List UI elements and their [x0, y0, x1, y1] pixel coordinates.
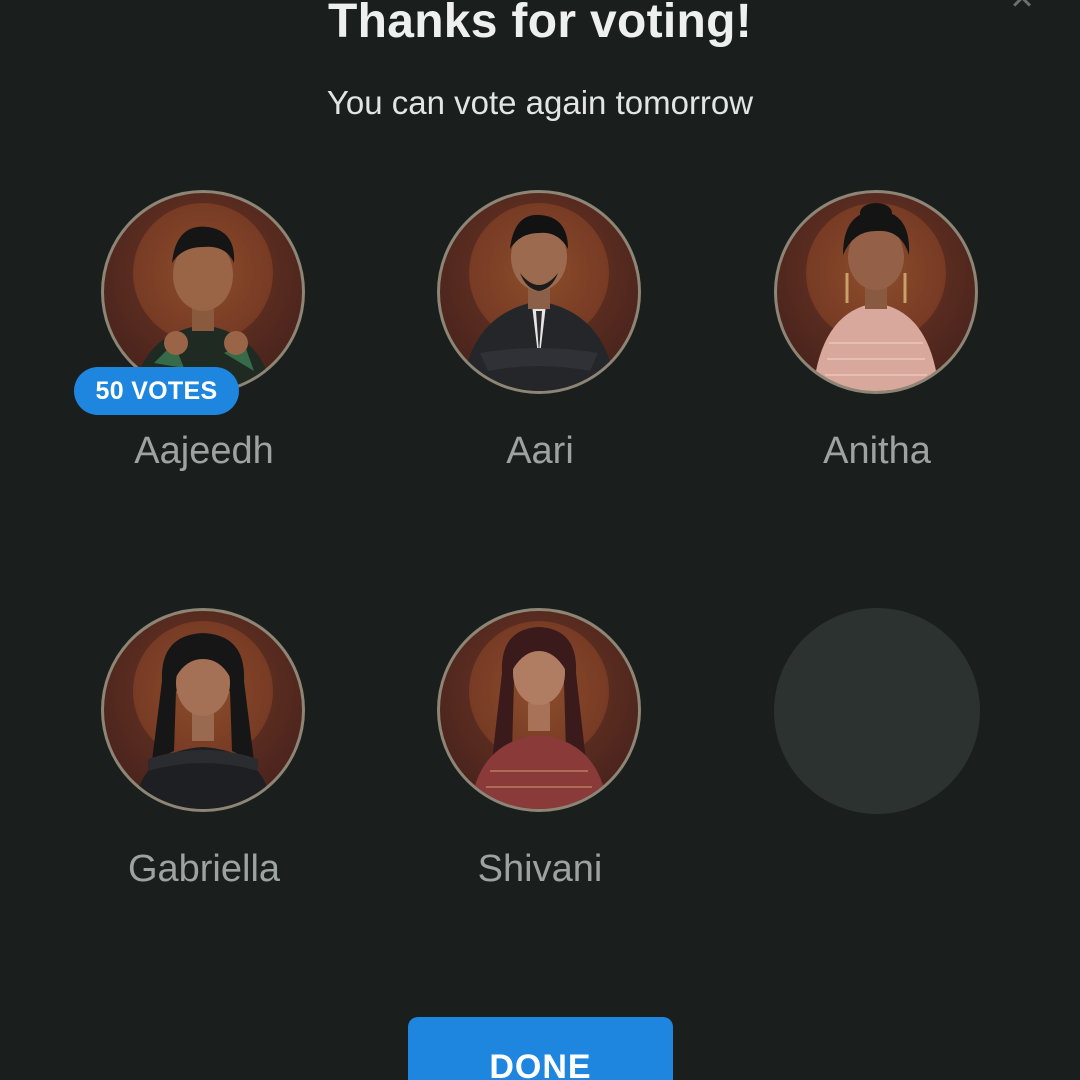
contestant-avatar [101, 190, 305, 394]
contestant-name: Shivani [477, 848, 603, 890]
contestant-card-gabriella[interactable]: Gabriella [54, 608, 354, 908]
empty-avatar-placeholder [774, 608, 980, 814]
empty-contestant-slot [727, 608, 1027, 908]
contestant-name: Anitha [823, 430, 931, 472]
contestant-avatar [774, 190, 978, 394]
contestant-name: Gabriella [127, 848, 281, 890]
contestant-card-anitha[interactable]: Anitha [727, 190, 1027, 490]
contestant-avatar [101, 608, 305, 812]
done-button[interactable]: DONE [408, 1017, 673, 1080]
contestant-name: Aajeedh [134, 430, 274, 472]
contestant-card-shivani[interactable]: Shivani [390, 608, 690, 908]
contestant-avatar [437, 190, 641, 394]
votes-badge: 50 VOTES [74, 367, 239, 415]
contestant-avatar [437, 608, 641, 812]
page-title: Thanks for voting! [327, 0, 753, 48]
contestant-name: Aari [506, 430, 574, 472]
vote-confirmation-screen: × Thanks for voting! You can vote again … [0, 0, 1080, 1080]
contestant-card-aari[interactable]: Aari [390, 190, 690, 490]
contestant-card-aajeedh[interactable]: 50 VOTES Aajeedh [54, 190, 354, 490]
page-subtitle: You can vote again tomorrow [326, 84, 754, 121]
